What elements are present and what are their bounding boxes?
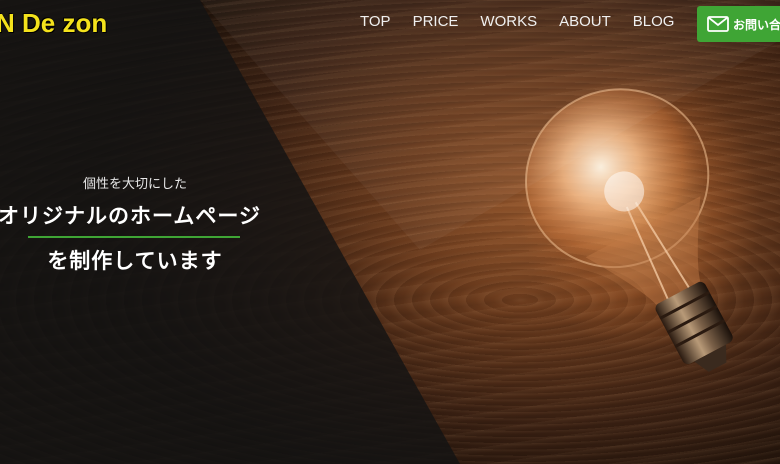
nav-top[interactable]: TOP <box>360 13 391 30</box>
dark-triangle-overlay <box>0 0 780 464</box>
nav-price[interactable]: PRICE <box>413 13 459 30</box>
site-logo[interactable]: N De zon <box>0 8 107 39</box>
logo-mark-icon: N <box>0 8 15 38</box>
logo-text: De zon <box>22 8 108 38</box>
contact-label: お問い合 <box>733 17 780 32</box>
mail-icon <box>707 16 729 32</box>
hero-tagline-small: 個性を大切にした <box>82 177 187 192</box>
nav-works[interactable]: WORKS <box>480 13 537 30</box>
contact-button[interactable]: お問い合 <box>697 6 780 42</box>
hero-tagline-line2: を制作しています <box>47 249 223 273</box>
hero-tagline-line1: オリジナルのホームページ <box>0 204 261 228</box>
main-nav: TOP PRICE WORKS ABOUT BLOG <box>360 13 696 30</box>
nav-blog[interactable]: BLOG <box>633 13 675 30</box>
nav-about[interactable]: ABOUT <box>559 13 611 30</box>
hero-tagline-divider <box>28 236 240 238</box>
hero-background <box>0 0 780 464</box>
